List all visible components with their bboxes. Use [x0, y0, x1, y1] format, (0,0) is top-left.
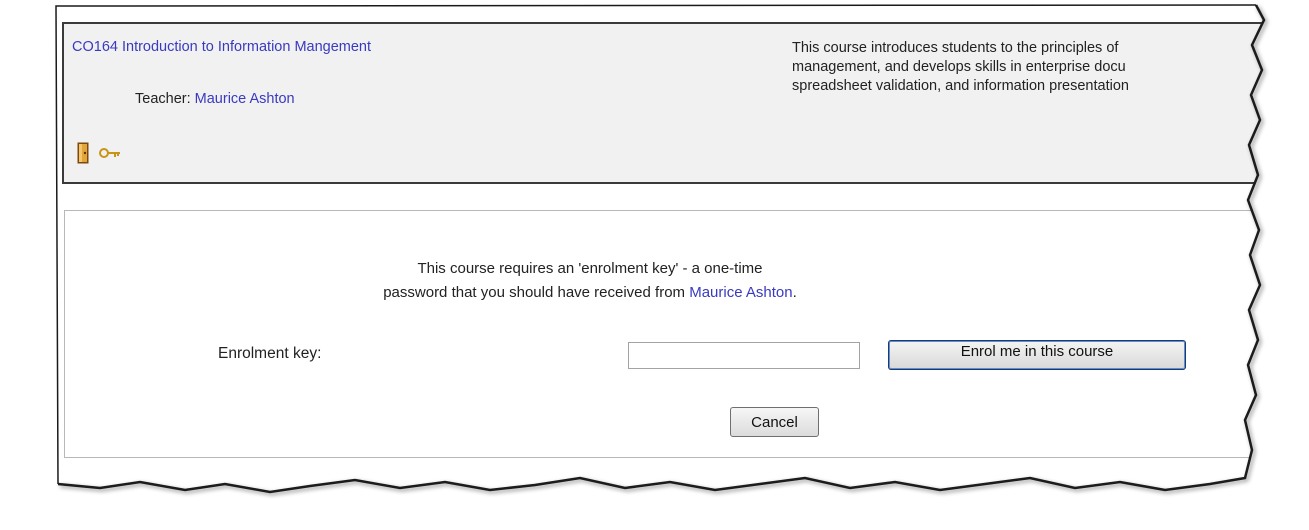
torn-edge-decoration	[0, 0, 1309, 530]
